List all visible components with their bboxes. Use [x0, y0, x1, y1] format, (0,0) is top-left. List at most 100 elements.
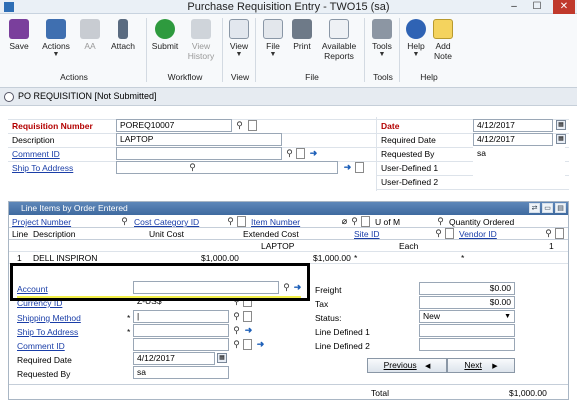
- row-quantity[interactable]: 1: [549, 241, 554, 251]
- actions-icon: [46, 19, 66, 39]
- chevron-down-icon: ▼: [412, 51, 420, 58]
- tools-button[interactable]: Tools ▼: [369, 19, 395, 59]
- lookup-icon[interactable]: ⚲: [231, 311, 242, 322]
- line-comment-id-field[interactable]: [133, 338, 229, 351]
- group-help: Help: [420, 72, 438, 82]
- lookup-icon[interactable]: ⚲: [231, 339, 242, 350]
- arrow-right-icon[interactable]: ➜: [255, 339, 266, 350]
- col-site-id[interactable]: Site ID: [354, 229, 380, 239]
- required-date-field[interactable]: 4/12/2017: [473, 133, 553, 146]
- expand-icon[interactable]: ⇄: [529, 203, 540, 213]
- shipping-method-field[interactable]: |: [133, 310, 229, 323]
- title-bar: Purchase Requisition Entry - TWO15 (sa) …: [0, 0, 577, 14]
- requested-by-field[interactable]: sa: [473, 147, 565, 160]
- chevron-down-icon: ▼: [378, 51, 386, 58]
- lookup-icon[interactable]: ⚲: [349, 216, 360, 227]
- status-label: Status:: [315, 313, 342, 323]
- attach-button[interactable]: Attach: [108, 19, 138, 51]
- status-select[interactable]: New ▼: [419, 310, 515, 323]
- next-button[interactable]: Next ▶: [447, 358, 515, 373]
- date-label: Date: [381, 121, 400, 131]
- col-vendor-id[interactable]: Vendor ID: [459, 229, 497, 239]
- note-icon[interactable]: [296, 148, 305, 159]
- date-field[interactable]: 4/12/2017: [473, 119, 553, 132]
- line-requested-by-field[interactable]: sa: [133, 366, 229, 379]
- row-site-id[interactable]: *: [354, 253, 357, 263]
- lookup-icon[interactable]: ⚲: [543, 228, 554, 239]
- user-defined-1-field[interactable]: [473, 161, 565, 174]
- arrow-right-icon[interactable]: ➜: [308, 148, 319, 159]
- aa-button[interactable]: AA: [80, 19, 100, 51]
- lookup-icon[interactable]: ⚲: [433, 228, 444, 239]
- view-button[interactable]: View ▼: [227, 19, 251, 59]
- user-defined-2-field[interactable]: [473, 175, 565, 188]
- address-note-icon[interactable]: [355, 162, 364, 173]
- note-icon[interactable]: [445, 228, 454, 239]
- ship-to-address-link[interactable]: Ship To Address: [17, 327, 78, 337]
- row-unit-cost[interactable]: $1,000.00: [201, 253, 239, 263]
- requested-by-label: Requested By: [17, 369, 71, 379]
- save-button[interactable]: Save: [6, 19, 32, 51]
- line-defined-1-field[interactable]: [419, 324, 515, 337]
- lookup-icon[interactable]: ⚲: [231, 325, 242, 336]
- ship-to-address-field[interactable]: [116, 161, 338, 174]
- available-reports-button[interactable]: Available Reports: [318, 19, 360, 61]
- lookup-icon[interactable]: ⚲: [234, 120, 245, 131]
- row-description[interactable]: DELL INSPIRON: [33, 253, 97, 263]
- note-icon[interactable]: [555, 228, 564, 239]
- note-icon[interactable]: [361, 216, 370, 227]
- view-history-button[interactable]: View History: [185, 19, 217, 61]
- shipping-method-link[interactable]: Shipping Method: [17, 313, 81, 323]
- lookup-icon[interactable]: ⚲: [284, 148, 295, 159]
- calendar-icon[interactable]: ▦: [556, 120, 566, 130]
- lookup-icon[interactable]: ⚲: [187, 162, 198, 173]
- actions-button[interactable]: Actions ▼: [38, 19, 74, 59]
- row-u-of-m[interactable]: Each: [399, 241, 418, 251]
- user-defined-2-label: User-Defined 2: [381, 177, 439, 187]
- triangle-right-icon: ▶: [492, 363, 498, 370]
- line-ship-to-field[interactable]: [133, 324, 229, 337]
- row-extended-cost: $1,000.00: [313, 253, 351, 263]
- arrow-right-icon[interactable]: ➜: [243, 325, 254, 336]
- file-button[interactable]: File ▼: [262, 19, 284, 59]
- comment-id-field[interactable]: [116, 147, 282, 160]
- description-field[interactable]: LAPTOP: [116, 133, 282, 146]
- note-icon[interactable]: [237, 216, 246, 227]
- comment-id-link[interactable]: Comment ID: [17, 341, 65, 351]
- lookup-icon[interactable]: ⚲: [225, 216, 236, 227]
- calendar-icon[interactable]: ▦: [556, 134, 566, 144]
- submit-button[interactable]: Submit: [150, 19, 180, 51]
- arrow-right-icon[interactable]: ➜: [342, 162, 353, 173]
- add-note-button[interactable]: Add Note: [431, 19, 455, 61]
- line-defined-1-label: Line Defined 1: [315, 327, 370, 337]
- col-project-number[interactable]: Project Number: [12, 217, 71, 227]
- calendar-icon[interactable]: ▦: [217, 353, 227, 363]
- comment-id-link[interactable]: Comment ID: [12, 149, 60, 159]
- line-defined-2-field[interactable]: [419, 338, 515, 351]
- row-item-number[interactable]: LAPTOP: [261, 241, 294, 251]
- freight-field[interactable]: $0.00: [419, 282, 515, 295]
- col-cost-category-id[interactable]: Cost Category ID: [134, 217, 199, 227]
- print-button[interactable]: Print: [290, 19, 314, 51]
- previous-button[interactable]: Previous ◀: [367, 358, 447, 373]
- lookup-icon[interactable]: ⚲: [119, 216, 130, 227]
- note-icon[interactable]: [248, 120, 257, 131]
- close-button[interactable]: ✕: [553, 0, 575, 14]
- lookup-icon[interactable]: ⚲: [435, 216, 446, 227]
- col-item-number[interactable]: Item Number: [251, 217, 300, 227]
- row-vendor-id[interactable]: *: [461, 253, 464, 263]
- minimize-button[interactable]: –: [505, 0, 523, 14]
- ship-to-address-link[interactable]: Ship To Address: [12, 163, 73, 173]
- focus-highlight-box: [10, 263, 310, 301]
- note-icon[interactable]: [243, 311, 252, 322]
- restore-button[interactable]: ☐: [528, 0, 546, 14]
- total-label: Total: [371, 388, 389, 398]
- expand-rows-icon[interactable]: ▤: [555, 203, 566, 213]
- tax-field[interactable]: $0.00: [419, 296, 515, 309]
- note-icon[interactable]: [243, 339, 252, 350]
- requisition-number-field[interactable]: POREQ10007: [116, 119, 232, 132]
- col-description: Description: [33, 229, 76, 239]
- line-required-date-field[interactable]: 4/12/2017: [133, 352, 215, 365]
- collapse-icon[interactable]: ▭: [542, 203, 553, 213]
- help-button[interactable]: Help ▼: [404, 19, 428, 59]
